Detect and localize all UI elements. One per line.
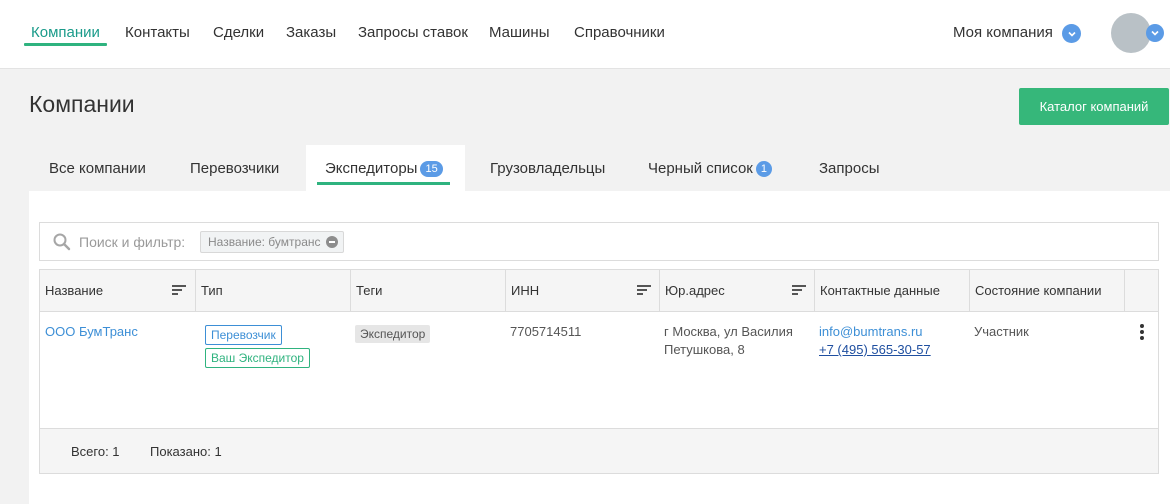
nav-item-vehicles[interactable]: Машины <box>489 24 549 42</box>
filter-chip-label: Название: бумтранс <box>208 235 321 249</box>
nav-active-underline <box>24 43 107 46</box>
company-selector[interactable]: Моя компания <box>953 24 1053 42</box>
nav-item-deals[interactable]: Сделки <box>213 24 264 42</box>
companies-table: Название Тип Теги ИНН Юр.адрес Контактны… <box>39 269 1159 474</box>
nav-item-rate-requests[interactable]: Запросы ставок <box>358 24 468 42</box>
column-header-legal-address[interactable]: Юр.адрес <box>660 270 815 312</box>
page-title: Компании <box>29 91 135 117</box>
tab-forwarders-count-badge: 15 <box>420 161 443 177</box>
table-footer: Всего: 1 Показано: 1 <box>40 428 1158 473</box>
nav-item-directories[interactable]: Справочники <box>574 24 665 42</box>
column-header-inn-label: ИНН <box>511 283 540 298</box>
tab-forwarders-label: Экспедиторы <box>325 160 418 177</box>
column-header-tags-label: Теги <box>356 283 383 298</box>
type-tag-carrier: Перевозчик <box>205 325 282 345</box>
remove-filter-icon[interactable] <box>325 236 338 248</box>
search-placeholder: Поиск и фильтр: <box>79 234 186 250</box>
tab-forwarders[interactable]: Экспедиторы 15 <box>325 160 443 178</box>
legal-address-line2: Петушкова, 8 <box>664 342 745 357</box>
column-header-type: Тип <box>196 270 351 312</box>
company-status: Участник <box>974 324 1029 339</box>
tab-blacklist-count-badge: 1 <box>755 161 772 177</box>
inn-value: 7705714511 <box>510 324 582 339</box>
company-catalog-button[interactable]: Каталог компаний <box>1019 88 1169 125</box>
company-selector-chevron-icon[interactable] <box>1062 24 1081 43</box>
table-header: Название Тип Теги ИНН Юр.адрес Контактны… <box>40 270 1158 312</box>
shown-count: Показано: 1 <box>150 444 222 459</box>
company-tag: Экспедитор <box>355 325 431 343</box>
sort-icon[interactable] <box>637 284 651 296</box>
top-nav-bar: Компании Контакты Сделки Заказы Запросы … <box>0 0 1170 69</box>
sort-icon[interactable] <box>172 284 186 296</box>
column-header-company-status-label: Состояние компании <box>975 283 1102 298</box>
column-header-legal-address-label: Юр.адрес <box>665 283 725 298</box>
tab-blacklist[interactable]: Черный список 1 <box>648 160 772 178</box>
column-header-inn[interactable]: ИНН <box>506 270 660 312</box>
column-header-tags: Теги <box>351 270 506 312</box>
tab-all-companies[interactable]: Все компании <box>49 160 146 178</box>
filter-chip[interactable]: Название: бумтранс <box>200 231 344 253</box>
total-count: Всего: 1 <box>71 444 120 459</box>
tab-requests[interactable]: Запросы <box>819 160 880 178</box>
company-name-link[interactable]: ООО БумТранс <box>45 322 138 341</box>
column-header-contacts-label: Контактные данные <box>820 283 940 298</box>
sort-icon[interactable] <box>792 284 806 296</box>
search-icon <box>53 233 71 251</box>
nav-item-orders[interactable]: Заказы <box>286 24 336 42</box>
nav-item-contacts[interactable]: Контакты <box>125 24 190 42</box>
tab-carriers[interactable]: Перевозчики <box>190 160 279 178</box>
user-avatar[interactable] <box>1111 13 1151 53</box>
contact-email-link[interactable]: info@bumtrans.ru <box>819 322 923 341</box>
user-menu-chevron-icon[interactable] <box>1146 24 1164 42</box>
contact-phone-link[interactable]: +7 (495) 565-30-57 <box>819 340 931 359</box>
nav-item-companies[interactable]: Компании <box>31 24 100 42</box>
tab-blacklist-label: Черный список <box>648 160 753 177</box>
column-header-name[interactable]: Название <box>40 270 196 312</box>
column-header-name-label: Название <box>45 283 104 298</box>
tab-cargo-owners[interactable]: Грузовладельцы <box>490 160 605 178</box>
column-header-type-label: Тип <box>201 283 223 298</box>
column-header-company-status: Состояние компании <box>970 270 1125 312</box>
legal-address-line1: г Москва, ул Василия <box>664 324 793 339</box>
row-actions-kebab-icon[interactable] <box>1138 324 1146 344</box>
column-header-contacts: Контактные данные <box>815 270 970 312</box>
active-tab-underline <box>317 182 450 185</box>
type-tag-your-forwarder: Ваш Экспедитор <box>205 348 310 368</box>
